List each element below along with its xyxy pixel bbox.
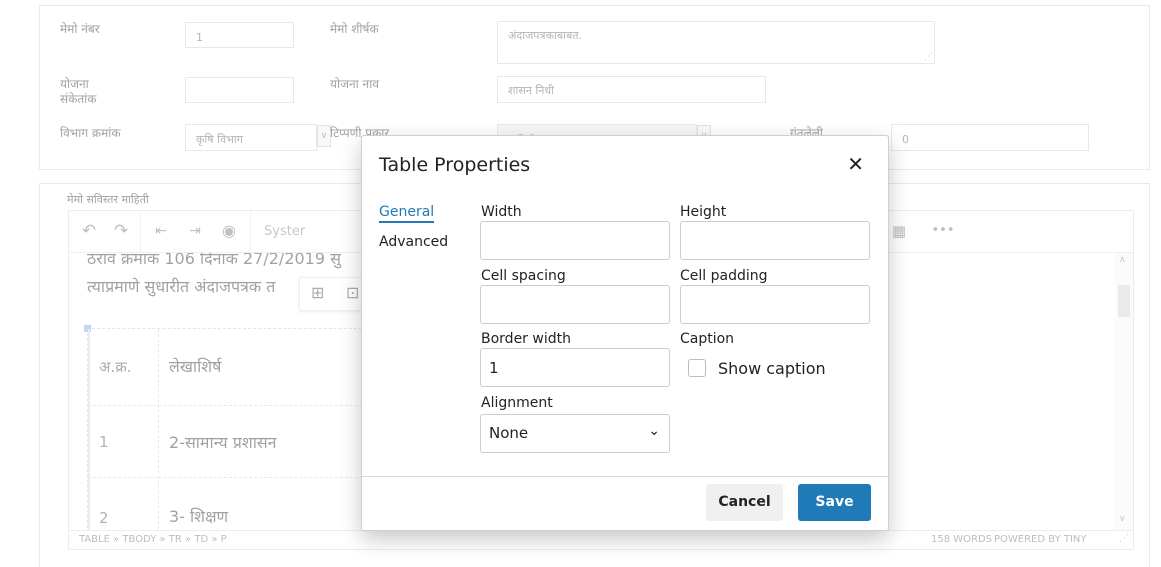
border-width-input[interactable]: 1: [480, 348, 670, 387]
width-label: Width: [481, 204, 522, 220]
tab-general[interactable]: General: [379, 204, 435, 223]
close-icon[interactable]: ✕: [847, 152, 864, 176]
show-caption-label[interactable]: Show caption: [718, 359, 826, 378]
dialog-footer-divider: [362, 476, 888, 477]
cell-padding-label: Cell padding: [680, 268, 768, 284]
show-caption-checkbox[interactable]: [688, 359, 706, 377]
caption-label: Caption: [680, 331, 735, 347]
dialog-title: Table Properties: [379, 154, 531, 176]
cell-spacing-label: Cell spacing: [481, 268, 566, 284]
cell-spacing-input[interactable]: [480, 285, 670, 324]
cell-padding-input[interactable]: [680, 285, 870, 324]
tab-advanced[interactable]: Advanced: [379, 234, 448, 250]
cancel-button[interactable]: Cancel: [706, 484, 783, 521]
height-input[interactable]: [680, 221, 870, 260]
alignment-label: Alignment: [481, 395, 553, 411]
alignment-select[interactable]: None ⌄: [480, 414, 670, 453]
table-properties-dialog: Table Properties ✕ General Advanced Widt…: [361, 135, 889, 531]
alignment-selected-value: None: [489, 424, 529, 442]
chevron-down-icon: ⌄: [648, 423, 660, 439]
save-button[interactable]: Save: [798, 484, 871, 521]
border-width-label: Border width: [481, 331, 571, 347]
width-input[interactable]: [480, 221, 670, 260]
height-label: Height: [680, 204, 727, 220]
